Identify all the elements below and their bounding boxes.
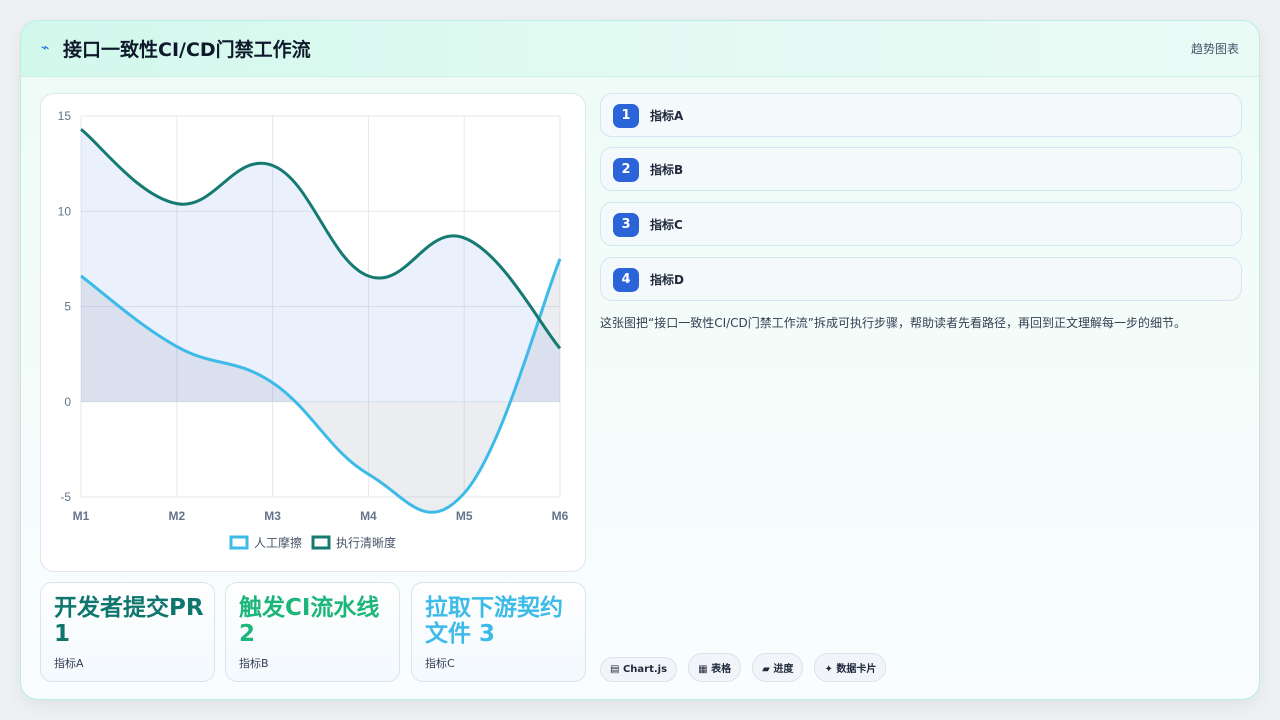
step-item-1[interactable]: 1 指标A [600, 93, 1242, 137]
x-tick-label: M4 [360, 509, 377, 523]
pill-label: 数据卡片 [836, 664, 877, 675]
step-item-3[interactable]: 3 指标C [600, 202, 1242, 246]
step-number-badge: 3 [613, 213, 639, 237]
card-icon: ✦ [824, 664, 833, 675]
workflow-card: ⌁ 接口一致性CI/CD门禁工作流 趋势图表 15 10 5 0 -5 M1 M2 M3 M4 M… [20, 20, 1260, 700]
x-tick-label: M2 [168, 509, 185, 523]
pill-label: 表格 [711, 664, 732, 675]
step-label: 指标B [650, 163, 684, 177]
chart-icon: ▤ [610, 664, 620, 675]
stat-label: 指标C [425, 657, 455, 670]
stat-card-2: 触发CI流水线 2 指标B [225, 582, 400, 682]
stat-card-1: 开发者提交PR 1 指标A [40, 582, 215, 682]
y-tick-label: -5 [60, 490, 71, 504]
step-number-badge: 1 [613, 104, 639, 128]
pill-label: Chart.js [622, 664, 668, 675]
step-label: 指标A [650, 109, 684, 123]
x-tick-label: M6 [552, 509, 569, 523]
stat-card-3: 拉取下游契约文件 3 指标C [411, 582, 586, 682]
chart-description: 这张图把“接口一致性CI/CD门禁工作流”拆成可执行步骤，帮助读者先看路径，再回… [600, 316, 1187, 330]
x-tick-label: M5 [456, 509, 473, 523]
x-tick-label: M1 [73, 509, 90, 523]
y-tick-label: 0 [64, 395, 71, 409]
progress-icon: ▰ [762, 664, 770, 675]
step-number-badge: 2 [613, 158, 639, 182]
stat-value: 开发者提交PR 1 [54, 595, 204, 647]
legend-label: 人工摩擦 [254, 535, 302, 550]
legend-label: 执行清晰度 [336, 535, 396, 550]
feature-pills: ▤ Chart.js ▦ 表格 ▰ 进度 ✦ 数据卡片 [600, 653, 892, 682]
chart-type-tag: 趋势图表 [1190, 42, 1239, 56]
step-item-4[interactable]: 4 指标D [600, 257, 1242, 301]
chart-panel: 15 10 5 0 -5 M1 M2 M3 M4 M5 M6 人工摩擦 执行清晰度 [40, 93, 586, 572]
pill-progress[interactable]: ▰ 进度 [752, 653, 804, 682]
x-tick-label: M3 [264, 509, 281, 523]
y-tick-label: 10 [58, 204, 72, 218]
pill-label: 进度 [773, 664, 794, 675]
stat-value: 触发CI流水线 2 [239, 595, 380, 647]
legend-swatch [311, 535, 331, 550]
legend-swatch [229, 535, 249, 550]
step-item-2[interactable]: 2 指标B [600, 147, 1242, 191]
pill-data-card[interactable]: ✦ 数据卡片 [814, 653, 887, 682]
stat-value: 拉取下游契约文件 3 [425, 595, 563, 647]
stat-label: 指标B [239, 657, 269, 670]
y-tick-label: 15 [58, 109, 72, 123]
bolt-icon: ⌁ [41, 40, 50, 56]
stat-label: 指标A [54, 657, 84, 670]
step-number-badge: 4 [613, 268, 639, 292]
page-title: 接口一致性CI/CD门禁工作流 [63, 39, 311, 61]
step-label: 指标C [650, 218, 683, 232]
table-icon: ▦ [698, 664, 708, 675]
pill-chartjs[interactable]: ▤ Chart.js [600, 657, 678, 682]
card-header: ⌁ 接口一致性CI/CD门禁工作流 趋势图表 [21, 21, 1259, 77]
y-tick-label: 5 [64, 300, 71, 314]
pill-table[interactable]: ▦ 表格 [688, 653, 742, 682]
line-chart: 15 10 5 0 -5M1 M2 M3 M4 M5 M6 人工摩擦 执行清晰度 [58, 109, 569, 550]
step-label: 指标D [650, 273, 684, 287]
